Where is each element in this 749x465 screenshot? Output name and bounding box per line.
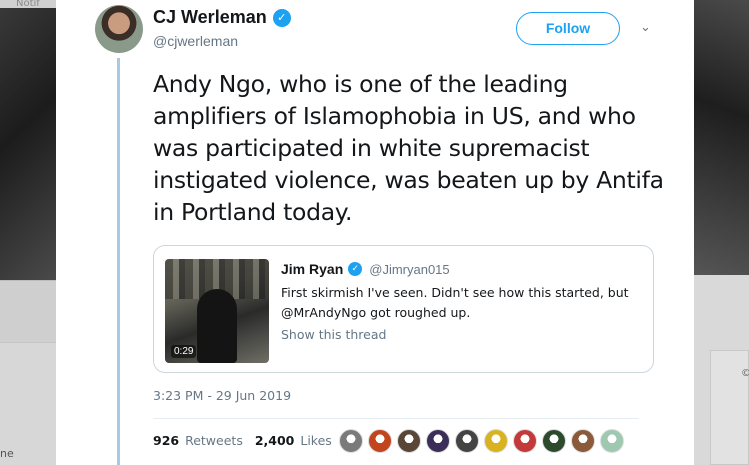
likes-label[interactable]: Likes bbox=[300, 433, 331, 448]
verified-badge-icon: ✓ bbox=[272, 8, 291, 27]
liker-avatar[interactable] bbox=[542, 429, 566, 453]
liker-avatar[interactable] bbox=[426, 429, 450, 453]
liker-avatar[interactable] bbox=[513, 429, 537, 453]
liker-avatar[interactable] bbox=[571, 429, 595, 453]
liker-avatar[interactable] bbox=[600, 429, 624, 453]
quoted-author-handle: @Jimryan015 bbox=[369, 261, 450, 277]
author-avatar[interactable] bbox=[95, 5, 143, 53]
quoted-video-thumbnail[interactable]: 0:29 bbox=[165, 259, 269, 363]
liker-avatar[interactable] bbox=[397, 429, 421, 453]
background-nav-text: Notif bbox=[0, 0, 56, 8]
quoted-tweet-card[interactable]: 0:29 Jim Ryan ✓ @Jimryan015 First skirmi… bbox=[153, 245, 654, 373]
video-duration: 0:29 bbox=[171, 345, 197, 358]
background-left-panel bbox=[0, 280, 56, 342]
quoted-author-name: Jim Ryan bbox=[281, 261, 344, 277]
likes-count[interactable]: 2,400 bbox=[255, 433, 295, 448]
chevron-down-icon[interactable]: ⌄ bbox=[640, 20, 651, 35]
follow-button[interactable]: Follow bbox=[516, 12, 620, 45]
divider bbox=[153, 418, 639, 419]
background-left-text: ne bbox=[0, 447, 14, 460]
tweet-timestamp[interactable]: 3:23 PM - 29 Jun 2019 bbox=[153, 388, 291, 403]
background-right-text: © bbox=[741, 368, 749, 379]
show-thread-link[interactable]: Show this thread bbox=[281, 327, 386, 342]
video-figure-image bbox=[197, 289, 237, 363]
tweet-text: Andy Ngo, who is one of the leading ampl… bbox=[153, 70, 664, 226]
author-name[interactable]: CJ Werleman bbox=[153, 7, 267, 28]
retweets-count[interactable]: 926 bbox=[153, 433, 179, 448]
retweets-label[interactable]: Retweets bbox=[185, 433, 243, 448]
liker-avatar[interactable] bbox=[455, 429, 479, 453]
background-left-photo bbox=[0, 0, 56, 280]
thread-line bbox=[117, 58, 120, 465]
liker-avatar[interactable] bbox=[368, 429, 392, 453]
quoted-author-row: Jim Ryan ✓ @Jimryan015 bbox=[281, 261, 450, 277]
author-handle[interactable]: @cjwerleman bbox=[153, 33, 238, 49]
liker-avatars bbox=[339, 429, 624, 453]
engagement-stats: 926 Retweets 2,400 Likes bbox=[153, 433, 338, 448]
background-right-photo bbox=[694, 0, 749, 275]
author-name-row[interactable]: CJ Werleman ✓ bbox=[153, 7, 291, 28]
quoted-tweet-text: First skirmish I've seen. Didn't see how… bbox=[281, 285, 629, 320]
quoted-verified-badge-icon: ✓ bbox=[348, 262, 363, 276]
liker-avatar[interactable] bbox=[339, 429, 363, 453]
liker-avatar[interactable] bbox=[484, 429, 508, 453]
